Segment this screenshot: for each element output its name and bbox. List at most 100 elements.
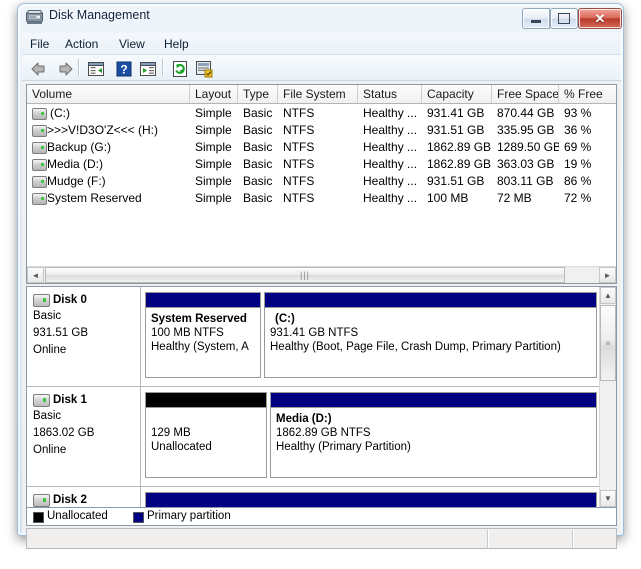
cell-layout: Simple [195,174,232,188]
graphical-scroll-area: Disk 0 Basic 931.51 GB Online System Res… [27,287,601,507]
title-bar[interactable]: Disk Management ✕ [18,4,623,33]
menu-bar: File Action View Help [22,33,621,55]
volume-list-horizontal-scrollbar[interactable]: ◄ ► ||| [27,266,616,283]
cell-percent-free: 86 % [564,174,592,188]
cell-free-space: 335.95 GB [497,123,555,137]
table-row[interactable]: (C:) Simple Basic NTFS Healthy ... 931.4… [27,105,616,122]
cell-volume: Media (D:) [47,157,104,171]
cell-percent-free: 69 % [564,140,592,154]
disk-row[interactable]: Disk 1 Basic 1863.02 GB Online 129 MB Un… [27,387,601,487]
volume-list-pane[interactable]: Volume Layout Type File System Status Ca… [26,84,617,284]
disk-row[interactable]: Disk 2 [27,487,601,507]
cell-percent-free: 72 % [564,191,592,205]
help-button[interactable]: ? [112,58,136,80]
partition-block[interactable]: System Reserved 100 MB NTFS Healthy (Sys… [145,292,261,378]
minimize-button[interactable] [522,8,550,29]
cell-capacity: 1862.89 GB [427,140,491,154]
refresh-button[interactable] [168,58,192,80]
rescan-disks-icon [196,61,213,78]
disk-management-icon [26,10,43,24]
rescan-disks-button[interactable] [192,58,216,80]
toolbar: ? [22,55,621,81]
disk-capacity: 1863.02 GB [33,427,95,439]
back-button[interactable] [28,58,52,80]
maximize-button[interactable] [550,8,578,29]
status-bar [26,528,617,549]
unallocated-swatch [33,512,44,523]
cell-layout: Simple [195,157,232,171]
column-header-percent-free[interactable]: % Free [559,85,616,103]
show-action-pane-icon [140,62,156,76]
refresh-icon [173,61,187,77]
toolbar-separator-1 [78,59,80,76]
scroll-left-button[interactable]: ◄ [27,267,44,283]
status-divider-1 [487,530,489,548]
cell-volume: >>>V!D3O'Z<<< (H:) [47,123,159,137]
close-button[interactable]: ✕ [578,8,622,29]
menu-item-file[interactable]: File [24,36,55,52]
window-title: Disk Management [49,8,150,22]
table-row[interactable]: Backup (G:) Simple Basic NTFS Healthy ..… [27,139,616,156]
cell-status: Healthy ... [363,123,418,137]
partition-block[interactable]: (C:) 931.41 GB NTFS Healthy (Boot, Page … [264,292,597,378]
column-header-volume[interactable]: Volume [27,85,190,103]
cell-volume: Backup (G:) [47,140,112,154]
cell-type: Basic [243,157,273,171]
scroll-right-button[interactable]: ► [599,267,616,283]
cell-file-system: NTFS [283,123,315,137]
scroll-thumb[interactable]: ||| [45,267,565,283]
partition-title: System Reserved [151,313,247,325]
drive-icon [32,159,47,171]
drive-icon [32,108,47,120]
partition-block[interactable]: 129 MB Unallocated [145,392,267,478]
menu-item-help[interactable]: Help [158,36,195,52]
cell-status: Healthy ... [363,174,418,188]
status-divider-2 [572,530,574,548]
cell-file-system: NTFS [283,174,315,188]
partition-usage-bar [146,493,596,507]
table-row[interactable]: System Reserved Simple Basic NTFS Health… [27,190,616,207]
client-area: File Action View Help ? Volume Layout Ty… [22,33,621,549]
forward-button[interactable] [52,58,76,80]
forward-icon [59,62,73,76]
column-header-type[interactable]: Type [238,85,278,103]
scroll-thumb[interactable]: ≡ [600,305,616,381]
column-header-status[interactable]: Status [358,85,422,103]
cell-type: Basic [243,174,273,188]
partition-usage-bar [146,293,260,308]
column-header-file-system[interactable]: File System [278,85,358,103]
column-header-free-space[interactable]: Free Space [492,85,559,103]
table-row[interactable]: >>>V!D3O'Z<<< (H:) Simple Basic NTFS Hea… [27,122,616,139]
disk-management-window: Disk Management ✕ File Action View Help [17,3,624,549]
partition-usage-bar [271,393,596,408]
partition-area: 129 MB Unallocated Media (D:) 1862.89 GB… [141,387,601,486]
svg-text:?: ? [120,63,127,77]
cell-status: Healthy ... [363,157,418,171]
cell-type: Basic [243,191,273,205]
scroll-up-button[interactable]: ▲ [600,287,616,304]
disk-row[interactable]: Disk 0 Basic 931.51 GB Online System Res… [27,287,601,387]
table-row[interactable]: Mudge (F:) Simple Basic NTFS Healthy ...… [27,173,616,190]
show-action-pane-button[interactable] [136,58,160,80]
cell-capacity: 931.51 GB [427,174,485,188]
partition-text: 129 MB Unallocated [146,408,266,454]
cell-free-space: 72 MB [497,191,532,205]
toolbar-separator-2 [162,59,164,76]
show-console-tree-button[interactable] [84,58,108,80]
table-row[interactable]: Media (D:) Simple Basic NTFS Healthy ...… [27,156,616,173]
cell-free-space: 363.03 GB [497,157,555,171]
column-header-capacity[interactable]: Capacity [422,85,492,103]
cell-type: Basic [243,140,273,154]
partition-size: 100 MB NTFS [151,327,224,339]
graphical-pane-vertical-scrollbar[interactable]: ▲ ▼ ≡ [599,287,616,507]
graphical-disk-pane[interactable]: Disk 0 Basic 931.51 GB Online System Res… [26,286,617,508]
partition-block[interactable]: Media (D:) 1862.89 GB NTFS Healthy (Prim… [270,392,597,478]
partition-text: Media (D:) 1862.89 GB NTFS Healthy (Prim… [271,408,596,454]
column-header-layout[interactable]: Layout [190,85,238,103]
menu-item-view[interactable]: View [113,36,151,52]
partition-size: 931.41 GB NTFS [270,327,359,339]
scroll-down-button[interactable]: ▼ [600,490,616,507]
cell-status: Healthy ... [363,106,418,120]
menu-item-action[interactable]: Action [59,36,104,52]
partition-block[interactable] [145,492,597,507]
